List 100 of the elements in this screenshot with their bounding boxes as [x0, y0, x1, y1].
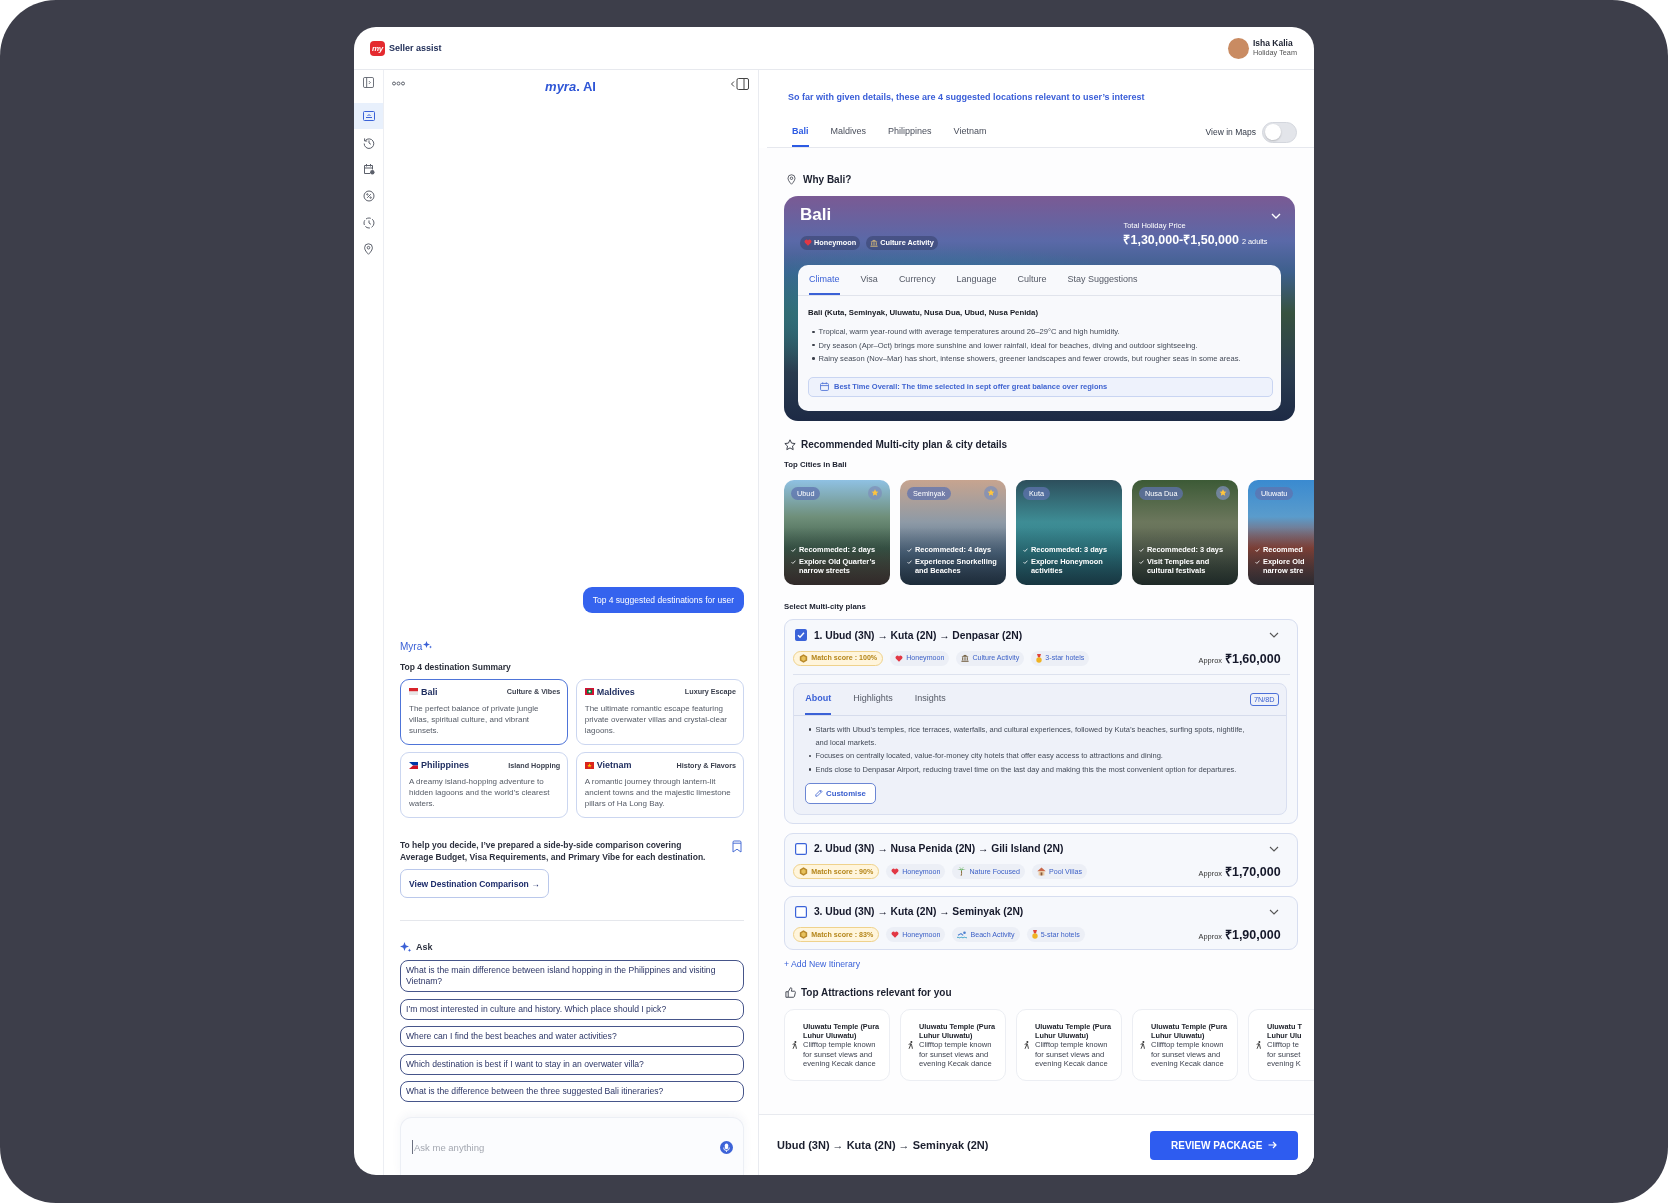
price-range: ₹1,30,000-₹1,50,000: [1123, 233, 1239, 248]
flag-icon: [409, 688, 418, 695]
info-tab[interactable]: Climate: [809, 265, 840, 296]
chat-input[interactable]: Ask me anything: [412, 1140, 714, 1154]
check-icon: [1139, 559, 1144, 564]
plan-title: 2. Ubud (3N) → Nusa Penida (2N) → Gili Island (2N): [813, 843, 1064, 855]
suggested-question[interactable]: What is the main difference between island hopping in the Philippines and visiting Vietnam?: [400, 960, 744, 992]
user-name: Isha Kalia: [1252, 38, 1294, 48]
location-pin-icon: [787, 173, 796, 185]
panel-collapse-icon[interactable]: [730, 77, 749, 90]
section-title: Recommended Multi-city plan & city details: [801, 439, 1008, 450]
flag-icon: [584, 761, 594, 769]
plan-tab[interactable]: Insights: [914, 683, 946, 715]
destination-tab[interactable]: Maldives: [830, 117, 867, 147]
nav-item[interactable]: [354, 102, 383, 130]
calendar-icon: [362, 163, 375, 176]
clock-icon: [362, 216, 375, 229]
info-tab[interactable]: Language: [956, 265, 997, 296]
assistant-name: Myra: [400, 639, 423, 654]
hut-icon: [1036, 867, 1046, 877]
destination-name: Philippines: [421, 760, 469, 770]
pencil-icon: [815, 789, 824, 798]
check-icon: [1255, 548, 1260, 553]
arrow-right-icon: [1267, 1141, 1277, 1149]
swimmer-icon: [957, 930, 968, 939]
check-icon: [907, 548, 912, 553]
calendar-icon: [820, 382, 829, 392]
plan-price: ₹1,60,000: [1224, 650, 1281, 667]
destination-name: Maldives: [596, 686, 635, 697]
check-icon: [791, 559, 796, 564]
avatar[interactable]: [1227, 37, 1249, 59]
hiker-icon: [792, 1041, 798, 1050]
suggested-question[interactable]: Which destination is best if I want to stay in an overwater villa?: [400, 1053, 744, 1075]
info-tab[interactable]: Culture: [1017, 265, 1047, 296]
check-icon: [1023, 559, 1028, 564]
chat-bubble: Top 4 suggested destinations for user: [582, 586, 744, 613]
comparison-button[interactable]: View Destination Comparison →: [400, 869, 549, 898]
add-itinerary-link[interactable]: + Add New Itinerary: [784, 958, 861, 970]
microphone-icon[interactable]: [720, 1141, 733, 1154]
destination-description: A dreamy island-hopping adventure to hidden lagoons and the world’s clearest waters.: [409, 776, 551, 810]
plan-checkbox[interactable]: [795, 842, 808, 855]
plan-title: 3. Ubud (3N) → Kuta (2N) → Seminyak (2N): [813, 906, 1024, 918]
destination-description: A romantic journey through lantern-lit ancient towns and the majestic limestone pillars of Ha Long Bay.: [584, 776, 732, 810]
palm-tree-icon: [957, 867, 967, 877]
hero-title: Bali: [800, 205, 833, 225]
plan-price: ₹1,70,000: [1224, 864, 1281, 881]
myra-logo: myra. AI: [545, 77, 596, 96]
more-icon[interactable]: [392, 81, 405, 86]
suggested-question[interactable]: What is the difference between the three suggested Bali itineraries?: [400, 1081, 744, 1102]
info-tab[interactable]: Visa: [860, 265, 878, 296]
medal-icon: [1031, 930, 1038, 940]
history-icon: [362, 136, 375, 149]
plan-card[interactable]: [784, 619, 1298, 825]
suggested-question[interactable]: I’m most interested in culture and history. Which place should I pick?: [400, 998, 744, 1020]
plan-tab[interactable]: Highlights: [853, 683, 893, 715]
suggested-question[interactable]: Where can I find the best beaches and water activities?: [400, 1026, 744, 1047]
hexagon-badge-icon: [799, 930, 809, 940]
flag-icon: [409, 761, 418, 769]
review-package-button[interactable]: REVIEW PACKAGE: [1149, 1130, 1298, 1160]
chevron-down-icon[interactable]: [1268, 632, 1279, 639]
map-toggle-label: View in Maps: [1205, 127, 1256, 137]
ticket-icon: [362, 110, 375, 121]
info-tab[interactable]: Stay Suggestions: [1067, 265, 1138, 296]
location-pin-icon: [363, 243, 374, 256]
destination-name: Bali: [421, 686, 438, 697]
plan-tab[interactable]: About: [805, 683, 832, 715]
medal-icon: [1036, 653, 1043, 663]
results-intro: So far with given details, these are 4 suggested locations relevant to user’s interest: [787, 91, 1146, 103]
check-icon: [791, 548, 796, 553]
heart-icon: [804, 239, 812, 246]
hiker-icon: [1024, 1041, 1030, 1050]
plan-checkbox[interactable]: [795, 905, 808, 918]
destination-tab[interactable]: Philippines: [888, 117, 932, 147]
section-title: Top Attractions relevant for you: [801, 987, 952, 999]
check-icon: [1023, 548, 1028, 553]
destination-tab[interactable]: Vietnam: [953, 117, 987, 147]
selected-route: Ubud (3N) → Kuta (2N) → Seminyak (2N): [777, 1139, 989, 1151]
chevron-down-icon[interactable]: [1268, 845, 1279, 852]
flag-icon: [584, 688, 594, 695]
bookmark-icon[interactable]: [732, 840, 742, 853]
heart-icon: [891, 931, 900, 939]
info-tab[interactable]: Currency: [898, 265, 936, 296]
bullet-icon: [808, 728, 812, 731]
section-title: Why Bali?: [803, 173, 852, 185]
plan-title: 1. Ubud (3N) → Kuta (2N) → Denpasar (2N): [813, 629, 1023, 641]
heart-icon: [891, 868, 900, 876]
bullet-icon: [812, 343, 815, 347]
map-toggle[interactable]: [1262, 121, 1297, 143]
hexagon-badge-icon: [799, 867, 809, 877]
thumbs-up-icon: [785, 987, 796, 999]
chevron-down-icon[interactable]: [1268, 908, 1279, 915]
destination-description: The ultimate romantic escape featuring private overwater villas and crystal-clear lagoons.: [584, 702, 729, 737]
temple-icon: [961, 654, 970, 663]
plan-checkbox[interactable]: [795, 629, 808, 642]
hiker-icon: [1256, 1041, 1262, 1050]
bullet-icon: [808, 768, 812, 771]
destination-description: The perfect balance of private jungle villas, spiritual culture, and vibrant sunsets.: [409, 702, 540, 737]
sparkle-icon: [400, 941, 412, 953]
bullet-icon: [812, 357, 815, 360]
hiker-icon: [1140, 1041, 1146, 1050]
